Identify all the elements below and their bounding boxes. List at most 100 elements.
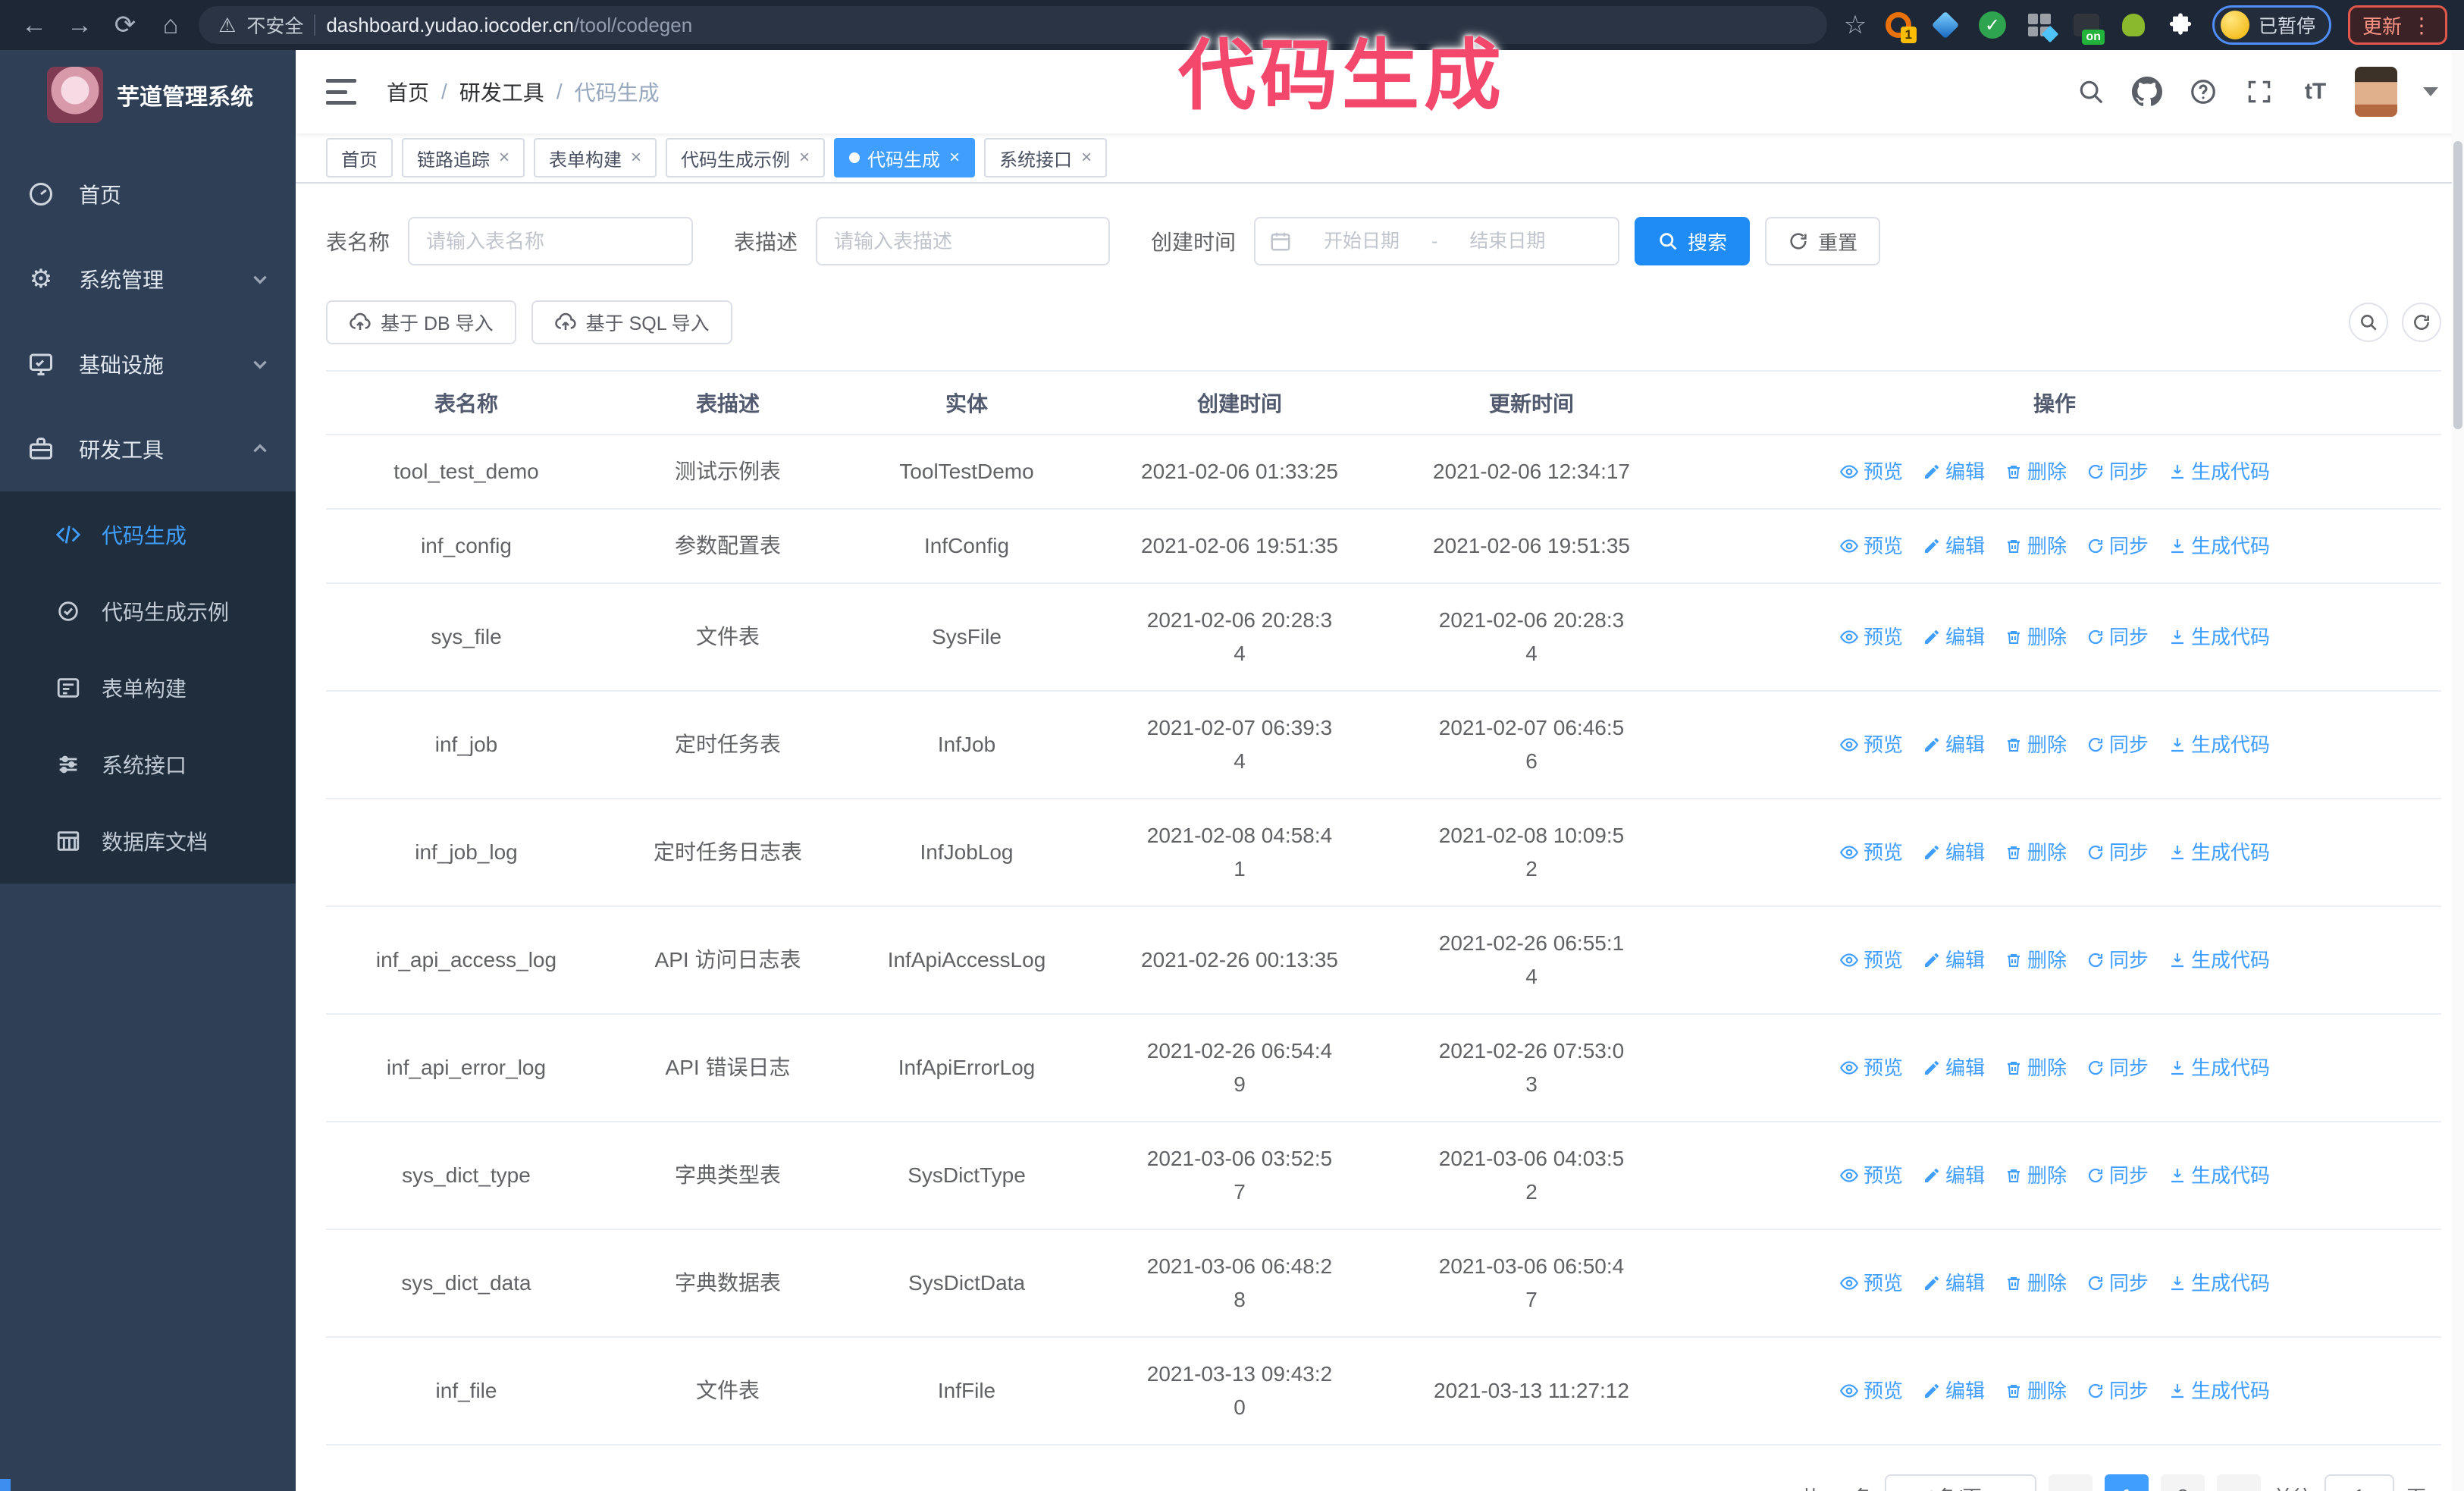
close-icon[interactable]: × xyxy=(499,147,509,168)
delete-link[interactable]: 删除 xyxy=(2005,728,2067,761)
app-logo[interactable]: 芋道管理系统 xyxy=(0,50,296,140)
home-icon[interactable]: ⌂ xyxy=(153,8,188,42)
page-button-1[interactable]: 1 xyxy=(2104,1474,2149,1491)
sidebar-item-home[interactable]: 首页 xyxy=(0,152,296,237)
extension-grid-icon[interactable] xyxy=(2024,10,2059,43)
delete-link[interactable]: 删除 xyxy=(2005,1374,2067,1408)
edit-link[interactable]: 编辑 xyxy=(1923,455,1985,488)
goto-page-input[interactable] xyxy=(2324,1474,2394,1491)
generate-code-link[interactable]: 生成代码 xyxy=(2168,1159,2270,1192)
next-page-button[interactable]: › xyxy=(2216,1474,2261,1491)
edit-link[interactable]: 编辑 xyxy=(1923,529,1985,563)
preview-link[interactable]: 预览 xyxy=(1839,620,1903,654)
preview-link[interactable]: 预览 xyxy=(1839,836,1903,869)
sidebar-item-codegen-example[interactable]: 代码生成示例 xyxy=(0,573,296,649)
bookmark-star-icon[interactable]: ☆ xyxy=(1838,8,1873,42)
delete-link[interactable]: 删除 xyxy=(2005,1159,2067,1192)
fullscreen-icon[interactable] xyxy=(2243,75,2276,108)
github-icon[interactable] xyxy=(2130,75,2164,108)
sync-link[interactable]: 同步 xyxy=(2086,1374,2149,1408)
sync-link[interactable]: 同步 xyxy=(2086,455,2149,488)
scrollbar-thumb[interactable] xyxy=(2453,141,2462,429)
sidebar-item-infra[interactable]: 基础设施 xyxy=(0,322,296,406)
sync-link[interactable]: 同步 xyxy=(2086,728,2149,761)
reset-button[interactable]: 重置 xyxy=(1765,217,1881,265)
url-text[interactable]: dashboard.yudao.iocoder.cn/tool/codegen xyxy=(326,14,692,37)
caret-down-icon[interactable] xyxy=(2423,87,2438,96)
edit-link[interactable]: 编辑 xyxy=(1923,1159,1985,1192)
back-icon[interactable]: ← xyxy=(17,8,52,42)
import-sql-button[interactable]: 基于 SQL 导入 xyxy=(531,300,732,344)
refresh-button[interactable] xyxy=(2402,303,2441,342)
delete-link[interactable]: 删除 xyxy=(2005,620,2067,654)
sync-link[interactable]: 同步 xyxy=(2086,836,2149,869)
sidebar-item-codegen[interactable]: 代码生成 xyxy=(0,496,296,573)
generate-code-link[interactable]: 生成代码 xyxy=(2168,529,2270,563)
generate-code-link[interactable]: 生成代码 xyxy=(2168,836,2270,869)
address-bar[interactable]: ⚠ 不安全 dashboard.yudao.iocoder.cn/tool/co… xyxy=(199,6,1827,44)
extension-robot-icon[interactable] xyxy=(2118,10,2149,40)
tab-form-builder[interactable]: 表单构建 × xyxy=(534,138,657,177)
delete-link[interactable]: 删除 xyxy=(2005,1051,2067,1085)
help-icon[interactable] xyxy=(2187,75,2220,108)
preview-link[interactable]: 预览 xyxy=(1839,529,1903,563)
page-button-2[interactable]: 2 xyxy=(2160,1474,2205,1491)
sync-link[interactable]: 同步 xyxy=(2086,1267,2149,1300)
start-date-input[interactable] xyxy=(1301,230,1423,253)
delete-link[interactable]: 删除 xyxy=(2005,836,2067,869)
extension-diamond-icon[interactable] xyxy=(1930,10,1961,40)
end-date-input[interactable] xyxy=(1447,230,1569,253)
delete-link[interactable]: 删除 xyxy=(2005,1267,2067,1300)
toggle-search-button[interactable] xyxy=(2349,303,2388,342)
tab-tracing[interactable]: 链路追踪 × xyxy=(402,138,525,177)
close-icon[interactable]: × xyxy=(1081,147,1092,168)
more-menu-icon[interactable]: ⋮ xyxy=(2411,13,2433,38)
tab-system-api[interactable]: 系统接口 × xyxy=(984,138,1108,177)
font-size-icon[interactable]: tT xyxy=(2299,75,2332,108)
generate-code-link[interactable]: 生成代码 xyxy=(2168,728,2270,761)
generate-code-link[interactable]: 生成代码 xyxy=(2168,1267,2270,1300)
edit-link[interactable]: 编辑 xyxy=(1923,728,1985,761)
sync-link[interactable]: 同步 xyxy=(2086,943,2149,977)
date-range-picker[interactable]: - xyxy=(1254,217,1620,265)
security-label[interactable]: 不安全 xyxy=(246,11,303,39)
edit-link[interactable]: 编辑 xyxy=(1923,1051,1985,1085)
generate-code-link[interactable]: 生成代码 xyxy=(2168,1051,2270,1085)
extension-orange-icon[interactable]: 1 xyxy=(1883,10,1917,43)
preview-link[interactable]: 预览 xyxy=(1839,1159,1903,1192)
sidebar-item-system-api[interactable]: 系统接口 xyxy=(0,726,296,802)
edit-link[interactable]: 编辑 xyxy=(1923,943,1985,977)
tab-codegen-example[interactable]: 代码生成示例 × xyxy=(666,138,826,177)
search-icon[interactable] xyxy=(2074,75,2108,108)
prev-page-button[interactable]: ‹ xyxy=(2048,1474,2093,1491)
generate-code-link[interactable]: 生成代码 xyxy=(2168,943,2270,977)
update-button[interactable]: 更新 ⋮ xyxy=(2347,5,2447,45)
close-icon[interactable]: × xyxy=(631,147,641,168)
delete-link[interactable]: 删除 xyxy=(2005,943,2067,977)
table-desc-input[interactable] xyxy=(816,217,1111,265)
preview-link[interactable]: 预览 xyxy=(1839,1267,1903,1300)
reload-icon[interactable]: ⟳ xyxy=(108,8,143,42)
sync-link[interactable]: 同步 xyxy=(2086,620,2149,654)
table-name-input[interactable] xyxy=(408,217,694,265)
forward-icon[interactable]: → xyxy=(62,8,97,42)
edit-link[interactable]: 编辑 xyxy=(1923,836,1985,869)
delete-link[interactable]: 删除 xyxy=(2005,529,2067,563)
extension-check-icon[interactable]: ✓ xyxy=(1977,10,2008,40)
close-icon[interactable]: × xyxy=(799,147,810,168)
sync-link[interactable]: 同步 xyxy=(2086,1051,2149,1085)
search-button[interactable]: 搜索 xyxy=(1635,217,1751,265)
hamburger-icon[interactable] xyxy=(326,79,356,105)
sync-link[interactable]: 同步 xyxy=(2086,529,2149,563)
import-db-button[interactable]: 基于 DB 导入 xyxy=(326,300,516,344)
avatar[interactable] xyxy=(2355,67,2397,117)
generate-code-link[interactable]: 生成代码 xyxy=(2168,620,2270,654)
page-size-select[interactable]: 10条/页 xyxy=(1884,1474,2036,1491)
preview-link[interactable]: 预览 xyxy=(1839,728,1903,761)
vertical-scrollbar[interactable] xyxy=(2452,50,2464,1491)
breadcrumb-devtools[interactable]: 研发工具 xyxy=(459,77,544,107)
delete-link[interactable]: 删除 xyxy=(2005,455,2067,488)
breadcrumb-home[interactable]: 首页 xyxy=(387,77,429,107)
sidebar-item-system[interactable]: ⚙ 系统管理 xyxy=(0,237,296,322)
extension-dark-icon[interactable]: on xyxy=(2071,10,2105,45)
